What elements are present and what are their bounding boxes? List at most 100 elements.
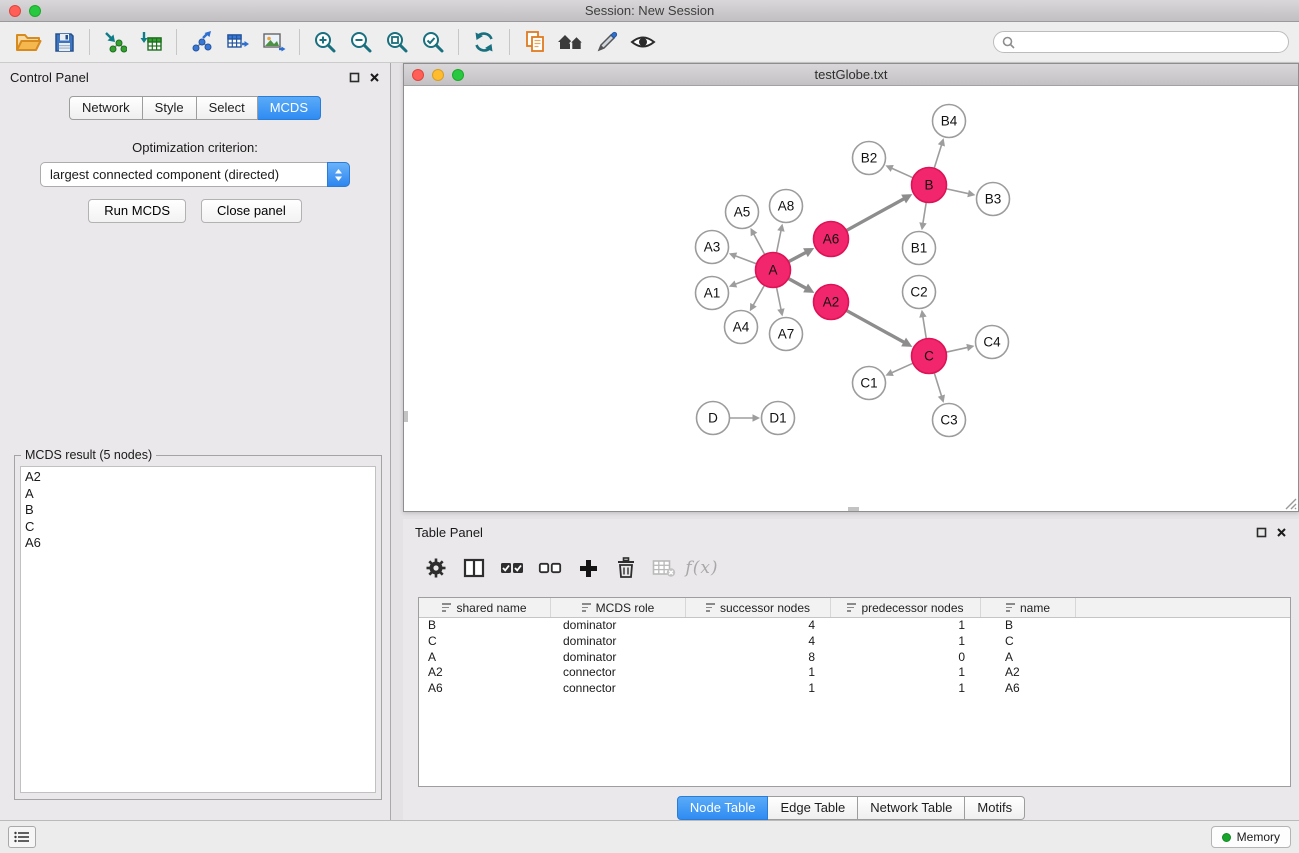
toggle-details-button[interactable]	[625, 25, 661, 59]
tab-mcds[interactable]: MCDS	[258, 96, 321, 120]
export-image-button[interactable]	[256, 25, 292, 59]
close-window-button[interactable]	[9, 5, 21, 17]
deselect-all-button[interactable]	[531, 550, 569, 586]
home-button[interactable]	[553, 25, 589, 59]
graph-edge[interactable]	[923, 316, 927, 339]
graph-edge[interactable]	[735, 276, 757, 284]
graph-edge[interactable]	[846, 198, 905, 230]
close-panel-icon[interactable]	[369, 72, 380, 83]
open-session-button[interactable]	[10, 25, 46, 59]
tab-network[interactable]: Network	[69, 96, 143, 120]
graph-node-A[interactable]: A	[756, 253, 791, 288]
graph-edge[interactable]	[776, 287, 781, 310]
graph-node-B4[interactable]: B4	[933, 105, 966, 138]
result-item[interactable]: C	[21, 519, 375, 536]
graph-edge[interactable]	[753, 285, 765, 305]
task-history-button[interactable]	[8, 826, 36, 848]
memory-button[interactable]: Memory	[1211, 826, 1291, 848]
table-row[interactable]: Adominator80A	[419, 650, 1290, 666]
zoom-out-button[interactable]	[343, 25, 379, 59]
mcds-result-list[interactable]: A2ABCA6	[20, 466, 376, 793]
float-panel-icon[interactable]	[349, 72, 360, 83]
graph-node-B2[interactable]: B2	[853, 142, 886, 175]
close-panel-button[interactable]: Close panel	[201, 199, 302, 223]
graph-edge[interactable]	[753, 233, 764, 254]
minimize-view-button[interactable]	[432, 69, 444, 81]
column-header-predecessor-nodes[interactable]: predecessor nodes	[831, 598, 981, 617]
graph-edge[interactable]	[776, 230, 781, 253]
graph-edge[interactable]	[891, 168, 913, 178]
column-header-name[interactable]: name	[981, 598, 1076, 617]
select-all-button[interactable]	[493, 550, 531, 586]
graph-node-C1[interactable]: C1	[853, 367, 886, 400]
tab-node-table[interactable]: Node Table	[677, 796, 769, 820]
graph-node-C4[interactable]: C4	[976, 326, 1009, 359]
search-input[interactable]	[1020, 35, 1280, 49]
network-canvas[interactable]: B4B2BB3A5A8A6B1A3AA1A2C2A4A7C4CC1C3DD1	[405, 87, 1299, 512]
zoom-fit-button[interactable]	[379, 25, 415, 59]
graph-node-B[interactable]: B	[912, 168, 947, 203]
import-network-button[interactable]	[97, 25, 133, 59]
graph-node-A7[interactable]: A7	[770, 318, 803, 351]
tab-network-table[interactable]: Network Table	[858, 796, 965, 820]
graph-edge[interactable]	[946, 189, 969, 194]
refresh-button[interactable]	[466, 25, 502, 59]
column-header-mcds-role[interactable]: MCDS role	[551, 598, 686, 617]
graph-node-C[interactable]: C	[912, 339, 947, 374]
graph-edge[interactable]	[735, 256, 757, 264]
delete-column-button[interactable]	[607, 550, 645, 586]
table-row[interactable]: Cdominator41C	[419, 634, 1290, 650]
close-panel-icon[interactable]	[1276, 527, 1287, 538]
save-session-button[interactable]	[46, 25, 82, 59]
export-network-button[interactable]	[184, 25, 220, 59]
graph-node-A3[interactable]: A3	[696, 231, 729, 264]
add-column-button[interactable]	[569, 550, 607, 586]
graph-node-D[interactable]: D	[697, 402, 730, 435]
table-row[interactable]: A2connector11A2	[419, 665, 1290, 681]
graph-edge[interactable]	[846, 310, 905, 342]
graph-node-A6[interactable]: A6	[814, 222, 849, 257]
graph-node-D1[interactable]: D1	[762, 402, 795, 435]
import-table-button[interactable]	[133, 25, 169, 59]
graph-node-A2[interactable]: A2	[814, 285, 849, 320]
graph-edge[interactable]	[946, 347, 968, 352]
graph-node-A1[interactable]: A1	[696, 277, 729, 310]
column-header-successor-nodes[interactable]: successor nodes	[686, 598, 831, 617]
criterion-select[interactable]: largest connected component (directed)	[40, 162, 350, 187]
result-item[interactable]: A	[21, 486, 375, 503]
graph-node-C3[interactable]: C3	[933, 404, 966, 437]
graph-edge[interactable]	[788, 252, 806, 262]
run-mcds-button[interactable]: Run MCDS	[88, 199, 186, 223]
tab-select[interactable]: Select	[197, 96, 258, 120]
table-settings-button[interactable]	[417, 550, 455, 586]
graph-edge[interactable]	[934, 144, 942, 168]
zoom-in-button[interactable]	[307, 25, 343, 59]
tab-style[interactable]: Style	[143, 96, 197, 120]
result-item[interactable]: B	[21, 502, 375, 519]
show-columns-button[interactable]	[455, 550, 493, 586]
table-row[interactable]: Bdominator41B	[419, 618, 1290, 634]
duplicate-window-button[interactable]	[517, 25, 553, 59]
graph-edge[interactable]	[891, 363, 913, 373]
table-row[interactable]: A6connector11A6	[419, 681, 1290, 697]
network-canvas-area[interactable]: B4B2BB3A5A8A6B1A3AA1A2C2A4A7C4CC1C3DD1	[405, 87, 1297, 510]
result-item[interactable]: A2	[21, 469, 375, 486]
search-box[interactable]	[993, 31, 1289, 53]
export-table-button[interactable]	[220, 25, 256, 59]
graph-node-B1[interactable]: B1	[903, 232, 936, 265]
zoom-window-button[interactable]	[29, 5, 41, 17]
tab-motifs[interactable]: Motifs	[965, 796, 1025, 820]
result-item[interactable]: A6	[21, 535, 375, 552]
graph-node-C2[interactable]: C2	[903, 276, 936, 309]
column-header-shared-name[interactable]: shared name	[419, 598, 551, 617]
tab-edge-table[interactable]: Edge Table	[768, 796, 858, 820]
graph-edge[interactable]	[923, 202, 926, 224]
graph-node-B3[interactable]: B3	[977, 183, 1010, 216]
graph-edge[interactable]	[934, 373, 942, 397]
zoom-selected-button[interactable]	[415, 25, 451, 59]
zoom-view-button[interactable]	[452, 69, 464, 81]
close-view-button[interactable]	[412, 69, 424, 81]
graph-node-A5[interactable]: A5	[726, 196, 759, 229]
resize-grip-icon[interactable]	[1284, 497, 1297, 510]
graph-node-A4[interactable]: A4	[725, 311, 758, 344]
